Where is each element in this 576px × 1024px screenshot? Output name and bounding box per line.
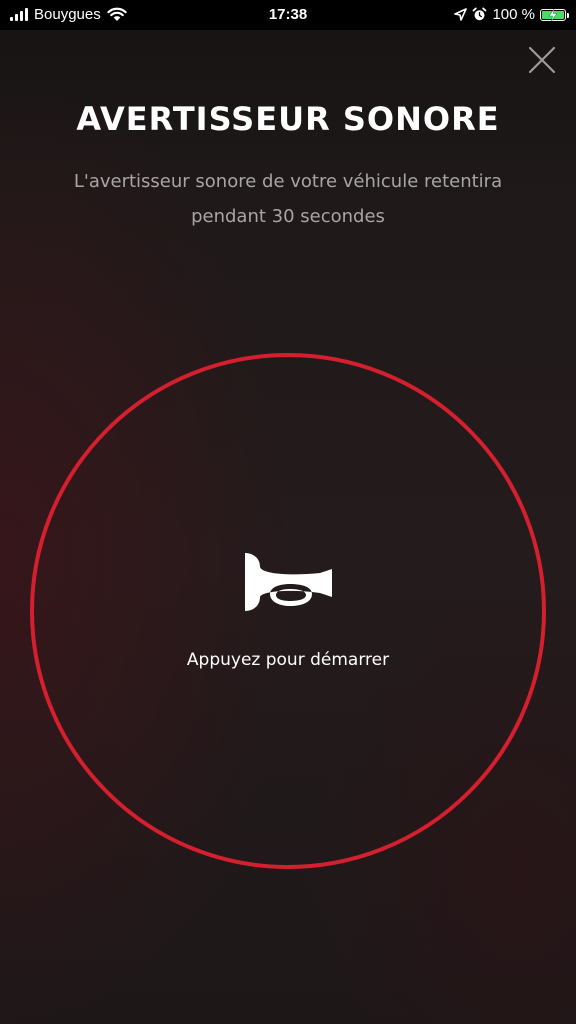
- status-right: 100 %: [454, 6, 569, 23]
- horn-icon: [245, 553, 332, 611]
- battery-percent: 100 %: [492, 6, 535, 23]
- page-title: AVERTISSEUR SONORE: [76, 100, 500, 138]
- battery-charging-icon: [540, 8, 569, 21]
- status-bar: Bouygues 17:38 100 %: [0, 0, 576, 30]
- start-label: Appuyez pour démarrer: [186, 650, 390, 670]
- location-arrow-icon: [454, 8, 468, 21]
- charging-bolt-icon: [548, 8, 558, 21]
- alarm-icon: [473, 7, 487, 21]
- close-icon[interactable]: [526, 44, 558, 76]
- page-subtitle: L'avertisseur sonore de votre véhicule r…: [73, 171, 503, 227]
